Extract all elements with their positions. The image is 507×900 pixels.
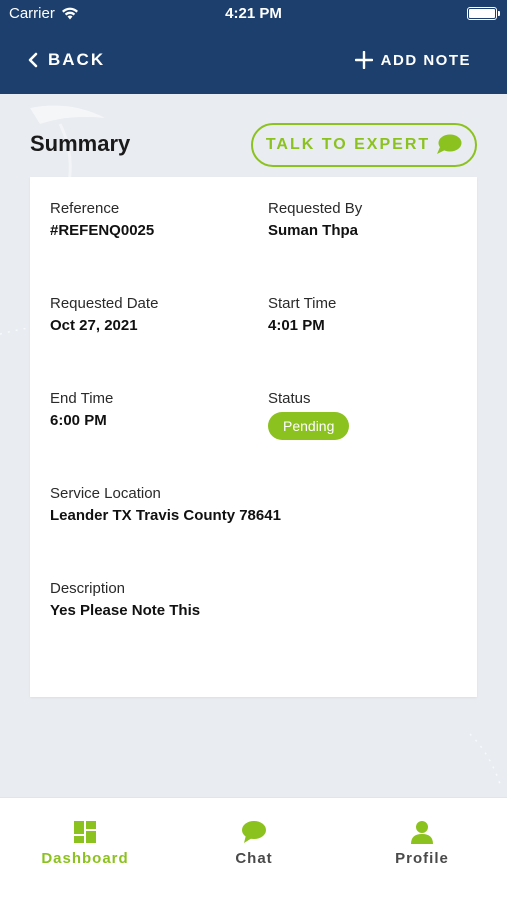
- description-value: Yes Please Note This: [50, 602, 201, 619]
- service-location-value: Leander TX Travis County 78641: [50, 507, 281, 524]
- status-field: Status Pending: [268, 390, 350, 440]
- reference-field: Reference #REFENQ0025: [50, 200, 154, 239]
- chevron-left-icon: [28, 52, 38, 68]
- requested-by-field: Requested By Suman Thpa: [268, 200, 362, 239]
- requested-date-label: Requested Date: [50, 295, 159, 312]
- bottom-tab-bar: Dashboard Chat Profile: [0, 797, 507, 900]
- end-time-value: 6:00 PM: [50, 412, 107, 429]
- summary-title: Summary: [30, 131, 131, 156]
- talk-to-expert-label: TALK TO EXPERT: [265, 136, 431, 153]
- add-note-label: ADD NOTE: [380, 51, 471, 69]
- description-field: Description Yes Please Note This: [50, 580, 200, 619]
- status-time: 4:21 PM: [225, 5, 282, 22]
- chat-icon: [242, 821, 266, 843]
- tab-dashboard[interactable]: Dashboard: [25, 820, 145, 867]
- back-button[interactable]: BACK: [28, 48, 105, 72]
- start-time-label: Start Time: [268, 295, 337, 312]
- tab-profile-label: Profile: [395, 850, 449, 867]
- start-time-value: 4:01 PM: [268, 317, 325, 334]
- status-badge: Pending: [268, 412, 350, 440]
- requested-by-value: Suman Thpa: [268, 222, 359, 239]
- add-note-button[interactable]: ADD NOTE: [354, 48, 471, 72]
- dashboard-icon: [74, 821, 96, 843]
- reference-value: #REFENQ0025: [50, 222, 155, 239]
- reference-label: Reference: [50, 200, 120, 217]
- plus-icon: [354, 51, 373, 69]
- start-time-field: Start Time 4:01 PM: [268, 295, 336, 334]
- request-details-card: Reference #REFENQ0025 Requested By Suman…: [30, 177, 477, 697]
- header-bar: Carrier 4:21 PM BACK ADD NOTE: [0, 0, 507, 94]
- description-label: Description: [50, 580, 126, 597]
- end-time-label: End Time: [50, 390, 114, 407]
- tab-profile[interactable]: Profile: [362, 820, 482, 867]
- profile-icon: [411, 821, 433, 844]
- requested-by-label: Requested By: [268, 200, 363, 217]
- chat-bubble-icon: [437, 134, 462, 154]
- requested-date-value: Oct 27, 2021: [50, 317, 138, 334]
- status-bar: Carrier 4:21 PM: [0, 0, 507, 28]
- requested-date-field: Requested Date Oct 27, 2021: [50, 295, 158, 334]
- service-location-label: Service Location: [50, 485, 161, 502]
- talk-to-expert-button[interactable]: TALK TO EXPERT: [251, 123, 477, 167]
- tab-chat-label: Chat: [235, 850, 273, 867]
- back-label: BACK: [48, 50, 106, 69]
- status-label: Status: [268, 390, 311, 407]
- tab-chat[interactable]: Chat: [194, 820, 314, 867]
- battery-icon: [467, 7, 500, 20]
- service-location-field: Service Location Leander TX Travis Count…: [50, 485, 281, 524]
- end-time-field: End Time 6:00 PM: [50, 390, 113, 429]
- tab-dashboard-label: Dashboard: [41, 850, 129, 867]
